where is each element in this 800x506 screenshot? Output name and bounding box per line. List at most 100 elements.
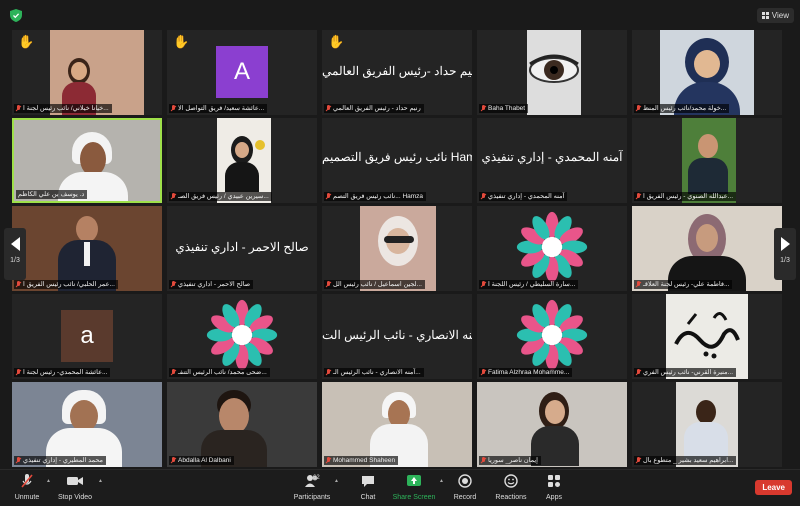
leave-meeting-button[interactable]: Leave <box>755 480 792 495</box>
participant-tile[interactable]: Mohammed Shaheen <box>322 382 472 467</box>
participant-video <box>322 382 472 467</box>
participant-tile[interactable]: سيرين عبيدي / رئيس فريق الصـ... <box>167 118 317 203</box>
participant-tile[interactable]: ضحى محمد/ نائب الرئيس التنفـ... <box>167 294 317 379</box>
participant-tile[interactable]: آمنه الانصاري - نائب الرئيس الت... آمنه … <box>322 294 472 379</box>
reactions-smiley-icon <box>504 474 518 488</box>
raised-hand-icon: ✋ <box>18 34 35 49</box>
video-options-caret-icon[interactable]: ▲ <box>98 478 103 484</box>
encryption-shield-icon[interactable] <box>10 9 22 22</box>
participant-tile[interactable]: عبدالله الصنوي - رئيس الفريق ا... <box>632 118 782 203</box>
participant-tile[interactable]: عمر الحلبي/ نائب رئيس الفريق ا... <box>12 206 162 291</box>
participant-video <box>682 118 736 203</box>
participant-tile[interactable]: خولة محمد/نائب رئيس المنظ... <box>632 30 782 115</box>
participant-tile[interactable]: Abdalla Al Dalbani <box>167 382 317 467</box>
share-screen-button[interactable]: Share Screen <box>390 473 438 501</box>
participant-tile[interactable]: ابراهيم سعيد بشير _ متطوع بال... <box>632 382 782 467</box>
record-icon <box>458 474 472 488</box>
participant-tile[interactable]: نائب رئيس فريق التصميم Hamza نائب رئيس ف… <box>322 118 472 203</box>
muted-mic-icon <box>636 281 641 288</box>
participant-tile[interactable]: منيرة القرني- نائب رئيس الفري... <box>632 294 782 379</box>
participant-video <box>14 120 160 201</box>
meeting-toolbar: Unmute ▲ Stop Video ▲ 62 Participants ▲ … <box>0 469 800 506</box>
muted-mic-icon <box>171 281 176 288</box>
apps-icon <box>548 475 560 487</box>
muted-microphone-icon <box>21 474 33 488</box>
participant-name-label: Abdalla Al Dalbani <box>169 456 234 465</box>
record-button[interactable]: Record <box>450 473 480 501</box>
participant-tile[interactable]: محمد المطيري - إداري تنفيذي <box>12 382 162 467</box>
reactions-button[interactable]: Reactions <box>492 473 530 501</box>
participants-caret-icon[interactable]: ▲ <box>334 478 339 484</box>
unmute-label: Unmute <box>14 494 40 501</box>
participant-tile[interactable]: سارة السليطي / رئيس اللجنة ا... <box>477 206 627 291</box>
unmute-button[interactable]: Unmute <box>10 473 44 501</box>
participant-name-label: د. يوسف بن علي الكاظم <box>16 190 88 199</box>
participant-name-label: عائشة المحمدي- رئيس لجنة ا... <box>14 368 111 377</box>
audio-options-caret-icon[interactable]: ▲ <box>46 478 51 484</box>
participant-name-label: لجين اسماعيل / نائب رئيس الل... <box>324 280 425 289</box>
chat-label: Chat <box>360 494 376 501</box>
participant-name-label: رنيم حداد - رئيس الفريق العالمي <box>324 104 424 113</box>
muted-mic-icon <box>16 105 21 112</box>
view-button[interactable]: View <box>756 8 794 23</box>
stop-video-button[interactable]: Stop Video <box>55 473 95 501</box>
next-page-button[interactable]: 1/3 <box>774 228 796 280</box>
muted-mic-icon <box>636 457 641 464</box>
participant-tile[interactable]: ✋ خيانا خيلاني/ نائب رئيس لجنة ا... <box>12 30 162 115</box>
active-speaker-tile[interactable]: د. يوسف بن علي الكاظم <box>12 118 162 203</box>
chat-button[interactable]: Chat <box>354 473 382 501</box>
participant-name-label: آمنه المحمدي - إداري تنفيذي <box>479 192 568 201</box>
apps-button[interactable]: Apps <box>540 473 568 501</box>
participant-tile[interactable]: إيمان ناصر_ سوريا <box>477 382 627 467</box>
participant-name-label: إيمان ناصر_ سوريا <box>479 456 541 465</box>
participant-name-label: خولة محمد/نائب رئيس المنظ... <box>634 104 730 113</box>
participant-video <box>50 30 144 115</box>
muted-mic-icon <box>171 369 176 376</box>
muted-mic-icon <box>326 457 331 464</box>
participant-video <box>167 382 317 467</box>
participant-name-label: ابراهيم سعيد بشير _ متطوع بال... <box>634 456 737 465</box>
participant-name-label: Fatima Alzhraa Mohamme... <box>479 368 573 377</box>
participant-tile[interactable]: آمنه المحمدي - إداري تنفيذي آمنه المحمدي… <box>477 118 627 203</box>
participant-name-label: عبدالله الصنوي - رئيس الفريق ا... <box>634 192 737 201</box>
calligraphy-logo <box>674 312 740 359</box>
participants-button[interactable]: 62 Participants <box>292 473 332 501</box>
meeting-topbar: View <box>0 0 800 30</box>
previous-page-button[interactable]: 1/3 <box>4 228 26 280</box>
share-screen-label: Share Screen <box>392 494 436 501</box>
team-logo-flower <box>206 299 278 371</box>
participant-video <box>660 30 754 115</box>
participant-display-name: رنيم حداد -رئيس الفريق العالمي <box>322 64 472 78</box>
stop-video-label: Stop Video <box>57 494 93 501</box>
participant-video <box>527 30 581 115</box>
participant-name-label: صالح الاحمر - اداري تنفيذي <box>169 280 254 289</box>
avatar-letter: a <box>61 310 113 362</box>
raised-hand-icon: ✋ <box>173 34 190 49</box>
participant-video <box>676 382 738 467</box>
muted-mic-icon <box>481 457 486 464</box>
view-label: View <box>771 11 789 20</box>
participant-tile[interactable]: ✋ رنيم حداد -رئيس الفريق العالمي رنيم حد… <box>322 30 472 115</box>
muted-mic-icon <box>636 193 641 200</box>
participant-video <box>477 382 627 467</box>
participant-tile[interactable]: Baha Thabet <box>477 30 627 115</box>
avatar-letter: A <box>216 46 268 98</box>
participant-name-label: عائشة سعيد/ فريق التواصل الا... <box>169 104 268 113</box>
participant-name-label: محمد المطيري - إداري تنفيذي <box>14 456 106 465</box>
participant-tile[interactable]: صالح الاحمر - اداري تنفيذي صالح الاحمر -… <box>167 206 317 291</box>
participant-name-label: عمر الحلبي/ نائب رئيس الفريق ا... <box>14 280 118 289</box>
participant-tile[interactable]: فاطمة علي- رئيس لجنة العلاقـ... <box>632 206 782 291</box>
participant-display-name: نائب رئيس فريق التصميم Hamza <box>322 150 472 164</box>
participant-name-label: آمنه الانصاري - نائب الرئيس الـ... <box>324 368 424 377</box>
muted-mic-icon <box>326 193 331 200</box>
participant-name-label: فاطمة علي- رئيس لجنة العلاقـ... <box>634 280 733 289</box>
raised-hand-icon: ✋ <box>328 34 345 49</box>
participant-tile[interactable]: Fatima Alzhraa Mohamme... <box>477 294 627 379</box>
participant-tile[interactable]: ✋ A عائشة سعيد/ فريق التواصل الا... <box>167 30 317 115</box>
record-label: Record <box>453 494 477 501</box>
participant-tile[interactable]: لجين اسماعيل / نائب رئيس الل... <box>322 206 472 291</box>
participant-name-label: منيرة القرني- نائب رئيس الفري... <box>634 368 737 377</box>
participants-label: Participants <box>293 494 331 501</box>
participant-tile[interactable]: a عائشة المحمدي- رئيس لجنة ا... <box>12 294 162 379</box>
share-options-caret-icon[interactable]: ▲ <box>439 478 444 484</box>
